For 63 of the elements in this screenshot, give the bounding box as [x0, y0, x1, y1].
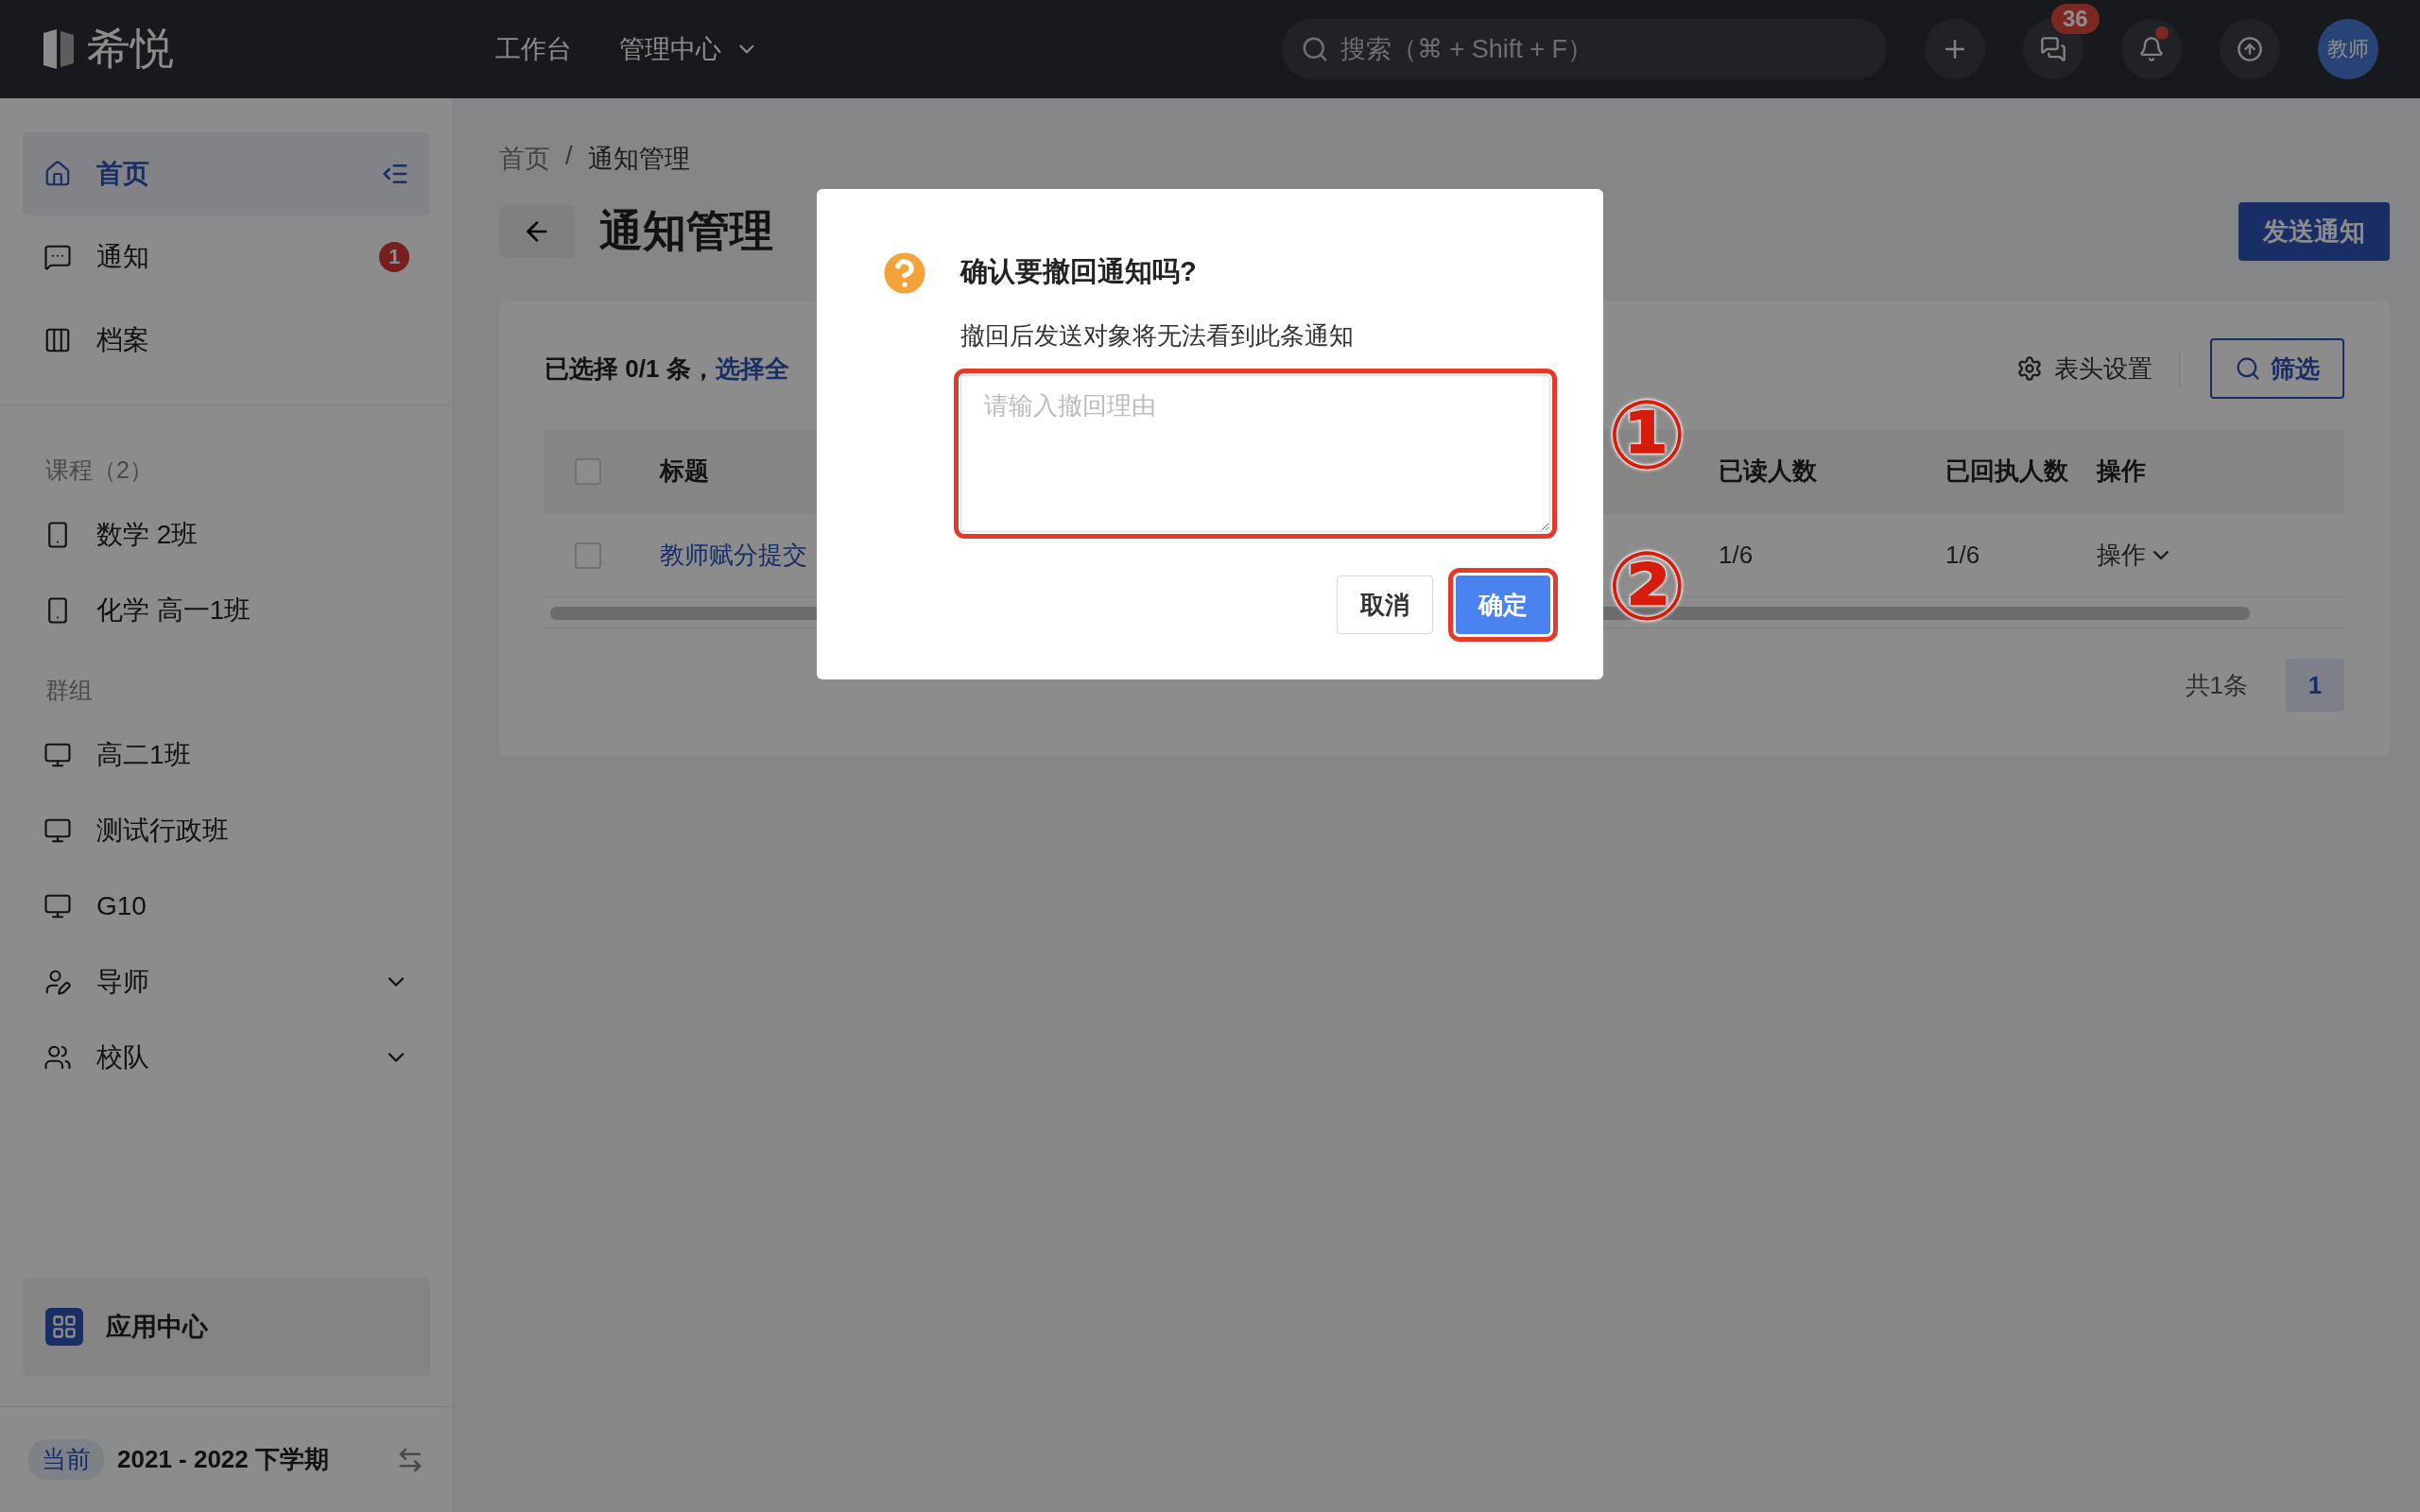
nav-item[interactable]: 管理中心	[619, 32, 759, 66]
term-tag: 当前	[28, 1439, 104, 1480]
monitor-icon	[43, 816, 72, 845]
column-header: 标题	[660, 455, 710, 487]
sidebar-item[interactable]: 档案	[23, 299, 430, 382]
search-icon	[1301, 35, 1329, 63]
sidebar-item[interactable]: 首页	[23, 132, 430, 215]
column-header: 操作	[2097, 455, 2147, 487]
dialog-message: 撤回后发送对象将无法看到此条通知	[960, 320, 1355, 352]
cancel-button[interactable]: 取消	[1337, 576, 1433, 634]
monitor-icon	[43, 892, 72, 920]
settings-icon	[2016, 355, 2043, 382]
section-title: 群组	[44, 676, 94, 705]
page-title: 通知管理	[599, 205, 774, 257]
checkbox[interactable]	[575, 541, 601, 569]
sidebar-item[interactable]: 测试行政班	[23, 793, 430, 868]
chat-icon	[2040, 36, 2066, 62]
sidebar-item[interactable]: 化学 高一1班	[23, 573, 430, 648]
select-all-link[interactable]: 选择全	[715, 352, 789, 386]
step-number: ①	[1607, 387, 1687, 482]
back-button[interactable]	[499, 205, 575, 258]
selection-count: 已选择 0/1 条，	[544, 352, 716, 385]
column-settings-button[interactable]: 表头设置	[2011, 351, 2180, 387]
monitor-icon	[43, 741, 72, 769]
chevron-icon	[2153, 551, 2169, 559]
action-dropdown[interactable]: 操作	[2097, 539, 2344, 572]
term-label: 2021 - 2022 下学期	[117, 1444, 330, 1475]
breadcrumb-separator: /	[565, 142, 573, 172]
sidebar-item[interactable]: 高二1班	[23, 717, 430, 793]
column-header: 已读人数	[1719, 455, 1818, 487]
sidebar-item[interactable]: 校队	[23, 1020, 430, 1095]
columns-icon	[43, 326, 72, 354]
send-button[interactable]: 发送通知	[2238, 202, 2390, 261]
bell-icon	[2138, 36, 2165, 62]
message-icon	[43, 243, 72, 271]
logo-text: 希悦	[87, 23, 174, 75]
breadcrumb-item[interactable]: 首页	[499, 142, 550, 176]
section-title: 课程（2）	[44, 455, 154, 485]
search-icon	[2235, 355, 2261, 382]
user-edit-icon	[43, 968, 72, 996]
search-field[interactable]: 搜索（⌘ + Shift + F）	[1282, 19, 1887, 79]
column-header: 已回执人数	[1945, 455, 2069, 487]
page-button[interactable]: 1	[2286, 659, 2344, 712]
grid-icon	[45, 1308, 83, 1346]
checkbox[interactable]	[575, 457, 601, 485]
users-icon	[43, 1043, 72, 1072]
step-number: ②	[1607, 539, 1687, 633]
app-center-button[interactable]: 应用中心	[23, 1278, 430, 1376]
count-badge: 36	[2051, 4, 2100, 34]
sidebar-item[interactable]: 导师	[23, 944, 430, 1020]
breadcrumb-item: 通知管理	[587, 144, 690, 175]
home-icon	[43, 160, 72, 188]
sidebar-item[interactable]: 通知 1	[23, 215, 430, 299]
filter-button[interactable]: 筛选	[2210, 338, 2344, 399]
table-cell-text: 1/6	[1719, 541, 1754, 570]
sidebar-item[interactable]: G10	[23, 868, 430, 944]
count-badge: 1	[379, 242, 409, 272]
total-count: 共1条	[2185, 669, 2248, 701]
nav-item[interactable]: 工作台	[495, 32, 572, 66]
table-cell-text: 1/6	[1945, 541, 1981, 570]
sidebar-item[interactable]: 数学 2班	[23, 497, 430, 573]
dialog-title: 确认要撤回通知吗?	[960, 255, 1198, 288]
avatar[interactable]: 教师	[2318, 19, 2378, 79]
